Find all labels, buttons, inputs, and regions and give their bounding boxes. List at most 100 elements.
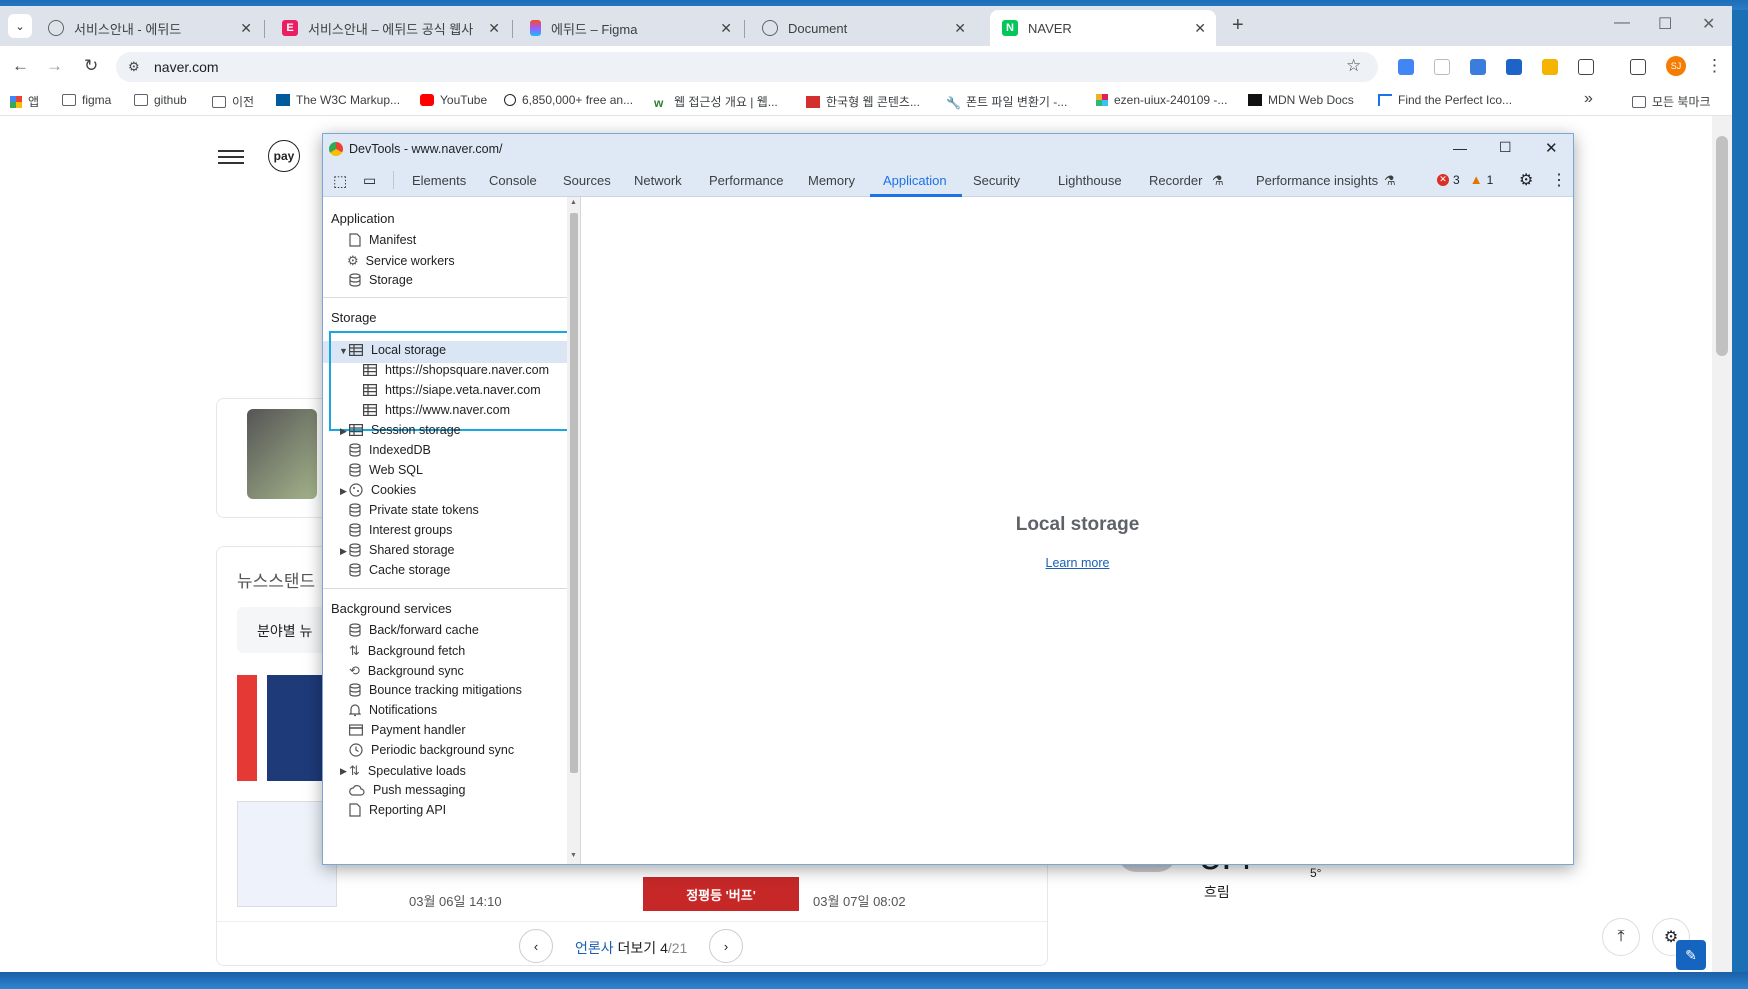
scroll-up-icon[interactable]: ▲ xyxy=(570,199,577,206)
pay-button[interactable]: pay xyxy=(268,140,300,172)
extension-3-icon[interactable] xyxy=(1470,59,1486,75)
tab-performance-insights[interactable]: Performance insights xyxy=(1256,173,1378,188)
sidebar-item-storage[interactable]: Storage xyxy=(349,273,413,287)
sidebar-item-manifest[interactable]: Manifest xyxy=(349,233,416,247)
bookmark-youtube[interactable]: YouTube xyxy=(420,93,487,107)
sidebar-item-private-state-tokens[interactable]: Private state tokens xyxy=(349,503,479,517)
scroll-top-button[interactable]: ⤒ xyxy=(1602,918,1640,956)
next-page-button[interactable]: › xyxy=(709,929,743,963)
sidebar-scrollbar[interactable]: ▲ ▼ xyxy=(567,197,580,864)
sidebar-item-notifications[interactable]: Notifications xyxy=(349,703,437,717)
sidebar-item-reporting-api[interactable]: Reporting API xyxy=(349,803,446,817)
extension-1-icon[interactable] xyxy=(1398,59,1414,75)
close-icon[interactable]: ✕ xyxy=(1545,139,1558,157)
tab-console[interactable]: Console xyxy=(489,173,537,188)
scrollbar-thumb[interactable] xyxy=(1716,136,1728,356)
bookmark-w3c[interactable]: The W3C Markup... xyxy=(276,93,400,107)
sidebar-item-back-forward-cache[interactable]: Back/forward cache xyxy=(349,623,479,637)
minimize-icon[interactable]: — xyxy=(1614,14,1630,32)
close-icon[interactable]: ✕ xyxy=(1194,20,1206,37)
tab-elements[interactable]: Elements xyxy=(412,173,466,188)
maximize-icon[interactable]: ☐ xyxy=(1658,14,1672,34)
page-scrollbar[interactable] xyxy=(1712,116,1732,972)
site-info-icon[interactable]: ⚙ xyxy=(128,59,140,75)
bookmark-web-access[interactable]: w 웹 접근성 개요 | 웹... xyxy=(654,93,778,110)
tab-application[interactable]: Application xyxy=(883,173,947,188)
device-toolbar-icon[interactable]: ▭ xyxy=(363,172,376,189)
profile-avatar[interactable]: SJ xyxy=(1666,56,1686,76)
bookmark-star-icon[interactable]: ☆ xyxy=(1346,56,1361,76)
collapsed-triangle-icon[interactable]: ▶ xyxy=(340,546,347,557)
extension-2-icon[interactable] xyxy=(1434,59,1450,75)
reload-icon[interactable]: ↻ xyxy=(84,56,98,76)
settings-gear-icon[interactable]: ⚙ xyxy=(1519,170,1533,190)
shopping-card[interactable] xyxy=(216,398,336,518)
news-banner[interactable]: 정평등 '버프' xyxy=(643,877,799,911)
side-panel-icon[interactable] xyxy=(1630,59,1646,75)
sidebar-item-interest-groups[interactable]: Interest groups xyxy=(349,523,452,537)
close-window-icon[interactable]: ✕ xyxy=(1702,14,1715,34)
all-bookmarks[interactable]: 모든 북마크 xyxy=(1632,93,1711,110)
error-counter[interactable]: ✕ 3 ▲ 1 xyxy=(1437,172,1493,187)
sidebar-item-periodic-background-sync[interactable]: Periodic background sync xyxy=(349,743,514,757)
sidebar-item-cookies[interactable]: Cookies xyxy=(349,483,416,497)
sidebar-item-cache-storage[interactable]: Cache storage xyxy=(349,563,450,577)
sidebar-item-web-sql[interactable]: Web SQL xyxy=(349,463,423,477)
collapsed-triangle-icon[interactable]: ▶ xyxy=(340,486,347,497)
sidebar-item-payment-handler[interactable]: Payment handler xyxy=(349,723,466,737)
tab-lighthouse[interactable]: Lighthouse xyxy=(1058,173,1122,188)
sidebar-item-indexeddb[interactable]: IndexedDB xyxy=(349,443,431,457)
scroll-down-icon[interactable]: ▼ xyxy=(570,852,577,859)
tab-recorder[interactable]: Recorder xyxy=(1149,173,1202,188)
extension-4-icon[interactable] xyxy=(1506,59,1522,75)
tab-1[interactable]: 서비스안내 - 에뒤드 ✕ xyxy=(36,10,262,46)
forward-icon[interactable]: → xyxy=(46,56,63,76)
prev-page-button[interactable]: ‹ xyxy=(519,929,553,963)
sidebar-item-background-fetch[interactable]: ⇅ Background fetch xyxy=(349,643,465,659)
sidebar-item-background-sync[interactable]: ⟲ Background sync xyxy=(349,663,464,679)
tab-network[interactable]: Network xyxy=(634,173,682,188)
bookmark-ezen[interactable]: ezen-uiux-240109 -... xyxy=(1096,93,1227,107)
more-options-icon[interactable]: ⋮ xyxy=(1551,170,1567,190)
bookmarks-overflow-button[interactable]: » xyxy=(1584,90,1593,108)
sidebar-item-bounce-tracking[interactable]: Bounce tracking mitigations xyxy=(349,683,522,697)
tab-3[interactable]: 에뒤드 – Figma ✕ xyxy=(518,10,742,46)
extensions-puzzle-icon[interactable] xyxy=(1578,59,1594,75)
tab-security[interactable]: Security xyxy=(973,173,1020,188)
tab-memory[interactable]: Memory xyxy=(808,173,855,188)
bookmark-font-converter[interactable]: 🔧 폰트 파일 변환기 -... xyxy=(946,93,1067,110)
pen-tool-icon[interactable]: ✎ xyxy=(1676,940,1706,970)
bookmark-korean-web[interactable]: 한국형 웹 콘텐츠... xyxy=(806,93,920,110)
bookmark-mdn[interactable]: MDN Web Docs xyxy=(1248,93,1354,107)
bookmark-find-icon[interactable]: Find the Perfect Ico... xyxy=(1378,93,1512,107)
sidebar-item-shared-storage[interactable]: Shared storage xyxy=(349,543,454,557)
sidebar-item-service-workers[interactable]: ⚙ Service workers xyxy=(347,253,455,269)
tab-4[interactable]: Document ✕ xyxy=(750,10,976,46)
inspect-element-icon[interactable]: ⬚ xyxy=(333,172,347,190)
close-icon[interactable]: ✕ xyxy=(240,20,252,37)
scrollbar-thumb[interactable] xyxy=(570,213,578,773)
extension-5-icon[interactable] xyxy=(1542,59,1558,75)
collapsed-triangle-icon[interactable]: ▶ xyxy=(340,766,347,777)
sidebar-item-speculative-loads[interactable]: ⇅ Speculative loads xyxy=(349,763,466,779)
close-icon[interactable]: ✕ xyxy=(720,20,732,37)
maximize-icon[interactable]: ☐ xyxy=(1499,139,1512,156)
tab-sources[interactable]: Sources xyxy=(563,173,611,188)
bookmark-apps[interactable]: 앱 xyxy=(10,93,39,110)
sidebar-item-session-storage[interactable]: Session storage xyxy=(349,423,461,437)
minimize-icon[interactable]: — xyxy=(1453,140,1467,156)
close-icon[interactable]: ✕ xyxy=(954,20,966,37)
address-bar[interactable]: ⚙ naver.com ☆ xyxy=(116,52,1378,82)
learn-more-link[interactable]: Learn more xyxy=(582,556,1573,570)
tab-search-icon[interactable]: ⌄ xyxy=(8,14,32,38)
bookmark-github[interactable]: github xyxy=(134,93,187,107)
new-tab-button[interactable]: + xyxy=(1232,14,1244,37)
back-icon[interactable]: ← xyxy=(12,56,29,76)
hamburger-menu-icon[interactable] xyxy=(218,146,244,168)
bookmark-free-icons[interactable]: 6,850,000+ free an... xyxy=(504,93,633,107)
bookmark-figma[interactable]: figma xyxy=(62,93,111,107)
tab-performance[interactable]: Performance xyxy=(709,173,783,188)
collapsed-triangle-icon[interactable]: ▶ xyxy=(340,426,347,437)
close-icon[interactable]: ✕ xyxy=(488,20,500,37)
menu-kebab-icon[interactable]: ⋮ xyxy=(1706,56,1723,76)
